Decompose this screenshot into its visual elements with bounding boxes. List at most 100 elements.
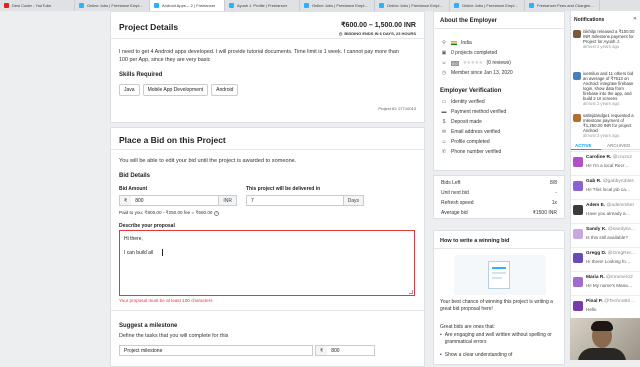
stat-key: Bids Left — [441, 180, 461, 186]
proposal-textarea[interactable]: Hi there, I can build all — [119, 230, 415, 296]
close-icon[interactable]: ✕ — [633, 16, 637, 22]
browser-tab[interactable]: Online Jobs | Freelance Employment | Out… — [300, 0, 375, 11]
browser-tab[interactable]: Online Jobs | Freelance Employment | Out… — [450, 0, 525, 11]
verification-item: ✉ Email address verified — [441, 129, 500, 135]
delivery-days-input[interactable]: 7 — [247, 196, 343, 205]
place-bid-card: Place a Bid on this Project You will be … — [110, 127, 425, 367]
message-thread[interactable]: Pinal P. @TechnoBri… Hello — [571, 295, 640, 318]
verification-title: Employer Verification — [440, 88, 502, 94]
message-sender: Gregg D. @GregRec… — [586, 251, 636, 256]
message-sender: Gab R. @gabbyrobles — [586, 179, 634, 184]
browser-tab[interactable]: Online Jobs | Freelance Employment | Out… — [375, 0, 450, 11]
avatar — [573, 157, 583, 167]
message-thread[interactable]: Maria R. @mromero2 Hi! My name's Maria… — [571, 271, 640, 294]
tab-active[interactable]: ACTIVE — [575, 143, 592, 148]
browser-tab[interactable]: Freelancer Fees and Charges, Earn And S… — [525, 0, 600, 11]
favicon-icon — [529, 3, 534, 8]
notification-time: almost 2 years ago — [583, 44, 620, 49]
stat-row: Bids Left 8/8 — [441, 180, 557, 186]
delivery-unit: Days — [342, 196, 363, 205]
message-sender: Caroline R. @cruzo2 — [586, 155, 632, 160]
tab-label: Online Jobs | Freelance Employment | Out… — [312, 3, 370, 8]
currency-code: INR — [218, 196, 236, 205]
sender-handle: @cruzo2 — [612, 155, 632, 160]
bid-stats-card: Bids Left 8/8 Unit next bid - Refresh speed 1… — [433, 175, 565, 219]
message-preview: Hi! My name's Maria… — [586, 283, 633, 288]
paid-to-you-text: Paid to you: ₹800.00 - ₹250.00 fee = ₹55… — [119, 210, 213, 215]
tab-archived[interactable]: ARCHIVED — [607, 143, 630, 148]
rating-stars-icon: ★★★★★ — [462, 60, 483, 66]
notification-panel: Notifications ✕ nikhilpi released a ₹100… — [570, 11, 640, 360]
info-icon[interactable]: i — [214, 210, 220, 216]
proposal-error: Your proposal must be at least 100 chara… — [119, 298, 213, 303]
rating-value: 0.0 — [451, 60, 459, 66]
sender-name: Gab R. — [586, 179, 602, 184]
milestone-name-field[interactable]: Project milestone — [119, 345, 313, 356]
winning-bid-bullet: • Show a clear understanding of — [440, 352, 513, 358]
milestone-amount-field[interactable]: ₹ 800 — [315, 345, 375, 356]
sender-handle: @ademmker — [606, 203, 635, 208]
bid-amount-input[interactable]: 800 — [131, 196, 218, 205]
webcam-overlay — [570, 318, 640, 360]
favicon-icon — [304, 3, 309, 8]
notification-text: saltejdandge1 requested a milestone paym… — [583, 113, 634, 133]
message-sender: Adem E. @ademmker — [586, 203, 634, 208]
text-cursor — [162, 249, 163, 256]
tab-label: Desi Coder - YouTube — [12, 3, 52, 8]
skill-chip[interactable]: Android — [211, 84, 239, 96]
browser-tab[interactable]: Android Apps -- 2 | Freelancer — [150, 0, 225, 11]
message-thread[interactable]: Sandy K. @sandyka… Is this still availabl… — [571, 223, 640, 246]
resize-handle[interactable] — [409, 290, 413, 294]
delivery-label: This project will be delivered in — [246, 186, 321, 192]
winning-bid-intro: Your best chance of winning this project… — [440, 299, 553, 312]
clock-icon: ◷ — [338, 31, 343, 36]
milestone-title: Suggest a milestone — [119, 323, 178, 329]
proposal-line-1: Hi there, — [124, 236, 143, 242]
employer-projects: ▣ 0 projects completed — [441, 50, 498, 56]
message-sender: Pinal P. @TechnoBri… — [586, 299, 635, 304]
dollar-icon: $ — [442, 119, 446, 125]
sender-name: Caroline R. — [586, 155, 612, 160]
notification-item[interactable]: saltejdandge1 requested a milestone paym… — [583, 113, 639, 138]
sender-name: Maria R. — [586, 275, 605, 280]
message-thread[interactable]: Gab R. @gabbyrobles Hi! This local job ca… — [571, 175, 640, 198]
edit-bid-note: You will be able to edit your bid until … — [119, 158, 297, 164]
milestone-amount-input[interactable]: 800 — [327, 346, 374, 355]
avatar — [573, 181, 583, 191]
browser-tab[interactable]: Desi Coder - YouTube — [0, 0, 75, 11]
message-sender: Sandy K. @sandyka… — [586, 227, 635, 232]
location-pin-icon: ⚲ — [442, 40, 446, 46]
message-preview: Hi! I'm a local Recr… — [586, 163, 629, 168]
notification-time: almost 2 years ago — [583, 133, 620, 138]
bidding-ends-text: BIDDING ENDS IN 6 DAYS, 23 HOURS — [344, 31, 416, 36]
verification-label: Deposit made — [451, 119, 482, 125]
id-card-icon: ▭ — [441, 99, 447, 105]
message-thread[interactable]: Adem E. @ademmker Have you already a… — [571, 199, 640, 222]
skill-chip[interactable]: Mobile App Development — [142, 84, 209, 96]
browser-tab[interactable]: Online Jobs | Freelance Employment | Out… — [75, 0, 150, 11]
message-thread[interactable]: Caroline R. @cruzo2 Hi! I'm a local Recr… — [571, 151, 640, 174]
sender-name: Adem E. — [586, 203, 606, 208]
notification-item[interactable]: iuemilun and 11 others bid an average of… — [583, 71, 639, 106]
sender-name: Pinal P. — [586, 299, 603, 304]
avatar — [573, 229, 583, 239]
milestone-name-input[interactable]: Project milestone — [120, 346, 312, 355]
favicon-icon — [379, 3, 384, 8]
paid-to-you-note: Paid to you: ₹800.00 - ₹250.00 fee = ₹55… — [119, 210, 220, 216]
browser-tab-bar: Desi Coder - YouTube Online Jobs | Freela… — [0, 0, 640, 11]
skill-chip[interactable]: Java — [119, 84, 140, 96]
sender-name: Sandy K. — [586, 227, 607, 232]
bid-details-title: Bid Details — [119, 173, 151, 179]
bid-amount-field[interactable]: ₹ 800 INR — [119, 195, 237, 206]
briefcase-icon: ▣ — [441, 50, 447, 56]
winning-bid-bullet: • Are engaging and well written without s… — [440, 332, 558, 345]
message-thread[interactable]: Gregg D. @GregRec… Hi there! Looking fo… — [571, 247, 640, 270]
stat-row: Average bid ₹1500 INR — [441, 210, 557, 216]
verification-label: Identity verified — [451, 99, 485, 105]
favicon-icon — [454, 3, 459, 8]
notification-avatar — [573, 114, 581, 122]
notification-item[interactable]: nikhilpi released a ₹100.00 INR mileston… — [583, 29, 639, 49]
browser-tab[interactable]: Ayush J. Profile | Freelancer — [225, 0, 300, 11]
delivery-days-field[interactable]: 7 Days — [246, 195, 364, 206]
employer-title: About the Employer — [440, 18, 498, 24]
